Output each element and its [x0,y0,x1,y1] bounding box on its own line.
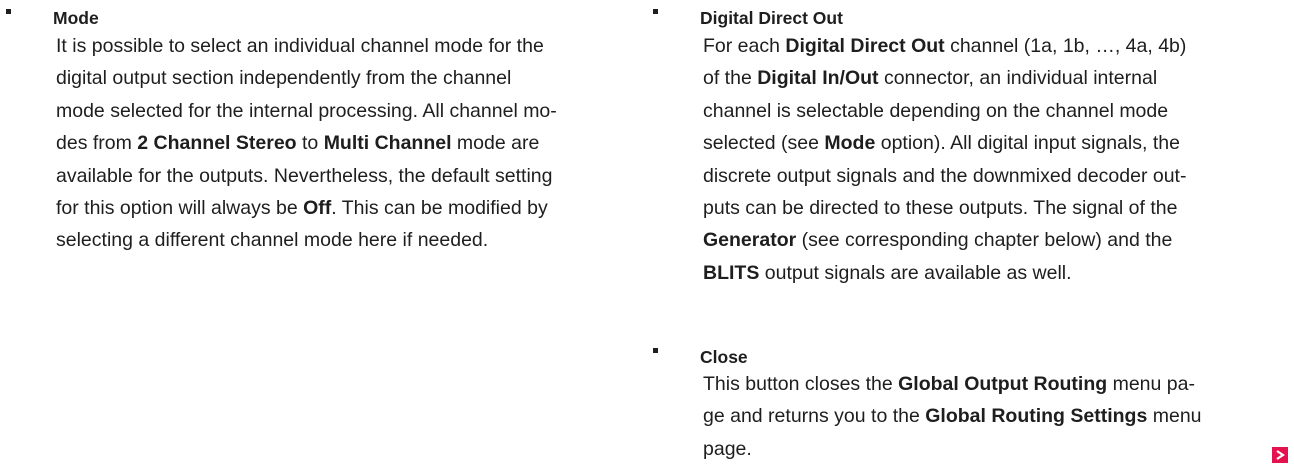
text-run: mode selected for the internal processin… [56,99,557,122]
text-run: page. [703,437,752,460]
emphasis-term: Global Routing Settings [925,405,1148,428]
text-line: selected (see Mode option). All digital … [703,127,1186,159]
emphasis-term: BLITS [703,261,760,284]
text-run: For each [703,35,786,57]
emphasis-term: 2 Channel Stereo [137,132,297,155]
text-run: ge and returns you to the [703,405,926,428]
text-run: mode are [451,132,540,155]
bullet-icon [653,9,658,14]
text-run: . This can be modified by [331,196,548,219]
emphasis-term: Digital In/Out [757,67,879,90]
chevron-right-icon [1275,450,1285,460]
bullet-icon [6,9,11,14]
text-line: It is possible to select an individual c… [56,30,557,62]
text-run: digital output section independently fro… [56,67,512,90]
next-page-button[interactable] [1272,447,1288,463]
text-run: discrete output signals and the downmixe… [703,164,1187,187]
text-run: puts can be directed to these outputs. T… [703,196,1178,219]
text-line: This button closes the Global Output Rou… [703,368,1202,400]
text-run: menu pa- [1107,373,1195,395]
text-line: puts can be directed to these outputs. T… [703,192,1186,224]
digital-direct-out-description: For each Digital Direct Out channel (1a,… [703,30,1186,289]
text-run: This button closes the [703,373,899,395]
text-run: (see corresponding chapter below) and th… [796,229,1173,252]
digital-direct-out-heading: Digital Direct Out [700,8,843,28]
emphasis-term: Global Output Routing [898,373,1108,395]
text-line: selecting a different channel mode here … [56,224,557,256]
text-run: option). All digital input signals, the [875,132,1180,155]
text-run: channel is selectable depending on the c… [703,99,1169,122]
text-line: Generator (see corresponding chapter bel… [703,224,1186,256]
text-run: to [296,132,324,155]
text-line: channel is selectable depending on the c… [703,95,1186,127]
text-run: for this option will always be [56,196,304,219]
text-line: for this option will always be Off. This… [56,192,557,224]
text-run: It is possible to select an individual c… [56,35,544,57]
text-run: selected (see [703,132,825,155]
text-run: channel (1a, 1b, …, 4a, 4b) [944,35,1187,57]
emphasis-term: Generator [703,229,797,252]
text-line: of the Digital In/Out connector, an indi… [703,62,1186,94]
text-run: menu [1147,405,1202,428]
emphasis-term: Off [303,196,332,219]
text-line: For each Digital Direct Out channel (1a,… [703,30,1186,62]
emphasis-term: Multi Channel [323,132,452,155]
bullet-icon [653,348,658,353]
text-line: des from 2 Channel Stereo to Multi Chann… [56,127,557,159]
text-run: of the [703,67,758,90]
text-line: available for the outputs. Nevertheless,… [56,160,557,192]
text-line: mode selected for the internal processin… [56,95,557,127]
close-heading: Close [700,347,748,367]
text-line: ge and returns you to the Global Routing… [703,400,1202,432]
text-line: page. [703,433,1202,465]
text-run: available for the outputs. Nevertheless,… [56,164,553,187]
text-run: connector, an individual internal [878,67,1158,90]
text-line: digital output section independently fro… [56,62,557,94]
text-run: output signals are available as well. [759,261,1072,284]
mode-description: It is possible to select an individual c… [56,30,557,257]
mode-heading: Mode [53,8,99,28]
emphasis-term: Mode [824,132,876,155]
text-run: des from [56,132,138,155]
emphasis-term: Digital Direct Out [785,35,945,57]
text-run: selecting a different channel mode here … [56,229,489,252]
text-line: discrete output signals and the downmixe… [703,160,1186,192]
close-description: This button closes the Global Output Rou… [703,368,1202,465]
text-line: BLITS output signals are available as we… [703,257,1186,289]
